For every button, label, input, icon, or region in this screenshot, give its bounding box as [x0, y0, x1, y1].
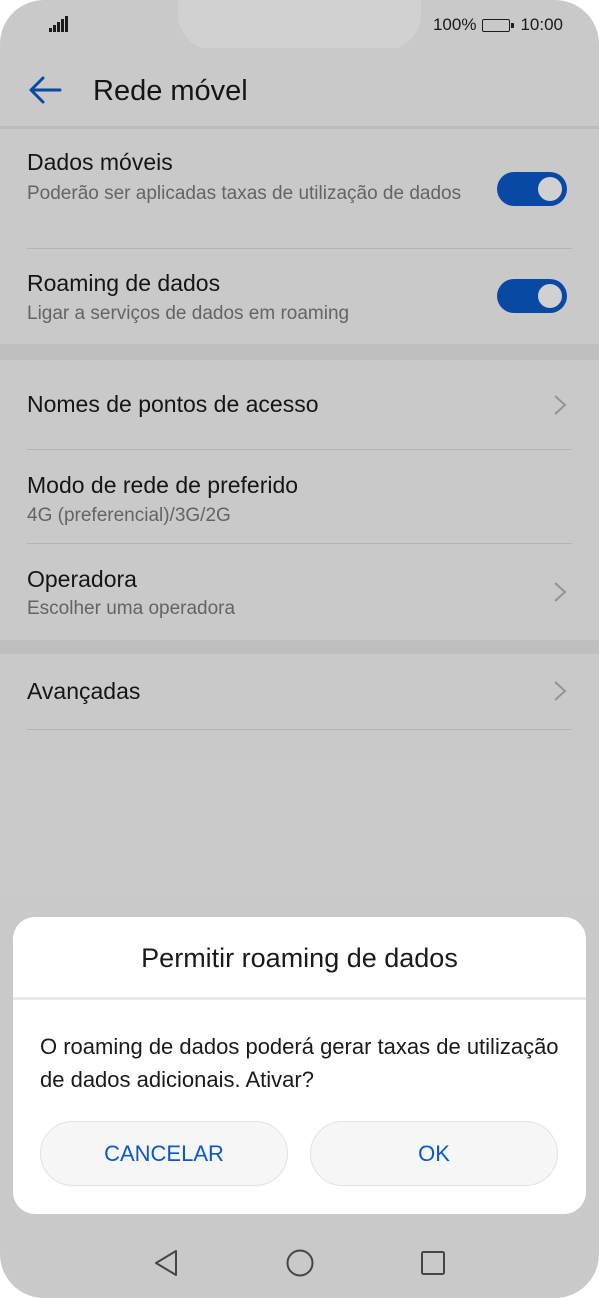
phone-screen: 100% 10:00 Rede móvel Dados móveis Poder…	[0, 0, 599, 1298]
dialog-divider	[13, 997, 586, 1000]
cancel-button[interactable]: CANCELAR	[40, 1121, 288, 1186]
dialog-message: O roaming de dados poderá gerar taxas de…	[40, 1034, 559, 1092]
ok-button[interactable]: OK	[310, 1121, 558, 1186]
dialog-title: Permitir roaming de dados	[141, 943, 458, 973]
roaming-dialog: Permitir roaming de dados O roaming de d…	[13, 917, 586, 1214]
